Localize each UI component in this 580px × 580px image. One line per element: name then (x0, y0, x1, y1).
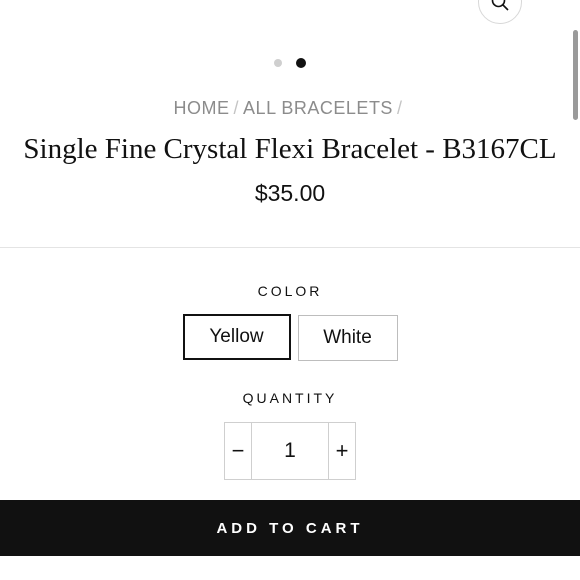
color-option-yellow[interactable]: Yellow (182, 314, 291, 360)
color-label: COLOR (257, 283, 323, 299)
quantity-label: QUANTITY (242, 390, 338, 406)
zoom-button[interactable] (478, 0, 522, 24)
quantity-stepper: − + (224, 422, 356, 480)
quantity-increase-button[interactable]: + (328, 423, 355, 479)
search-icon (491, 0, 509, 11)
product-title: Single Fine Crystal Flexi Bracelet - B31… (23, 133, 557, 165)
color-option-white[interactable]: White (297, 315, 398, 361)
breadcrumb-separator: / (396, 98, 403, 118)
breadcrumb-separator: / (233, 98, 240, 118)
add-to-cart-button[interactable]: ADD TO CART (0, 500, 580, 556)
divider (0, 247, 580, 248)
carousel-dots (0, 58, 580, 68)
color-options: Yellow White (0, 314, 580, 361)
breadcrumb: HOME / ALL BRACELETS / (0, 98, 580, 119)
breadcrumb-collection-link[interactable]: ALL BRACELETS (243, 98, 393, 118)
quantity-input[interactable] (252, 423, 328, 479)
product-price: $35.00 (254, 180, 326, 206)
carousel-dot-active[interactable] (296, 58, 306, 68)
carousel-dot[interactable] (274, 59, 282, 67)
quantity-decrease-button[interactable]: − (225, 423, 252, 479)
breadcrumb-home-link[interactable]: HOME (174, 98, 230, 118)
